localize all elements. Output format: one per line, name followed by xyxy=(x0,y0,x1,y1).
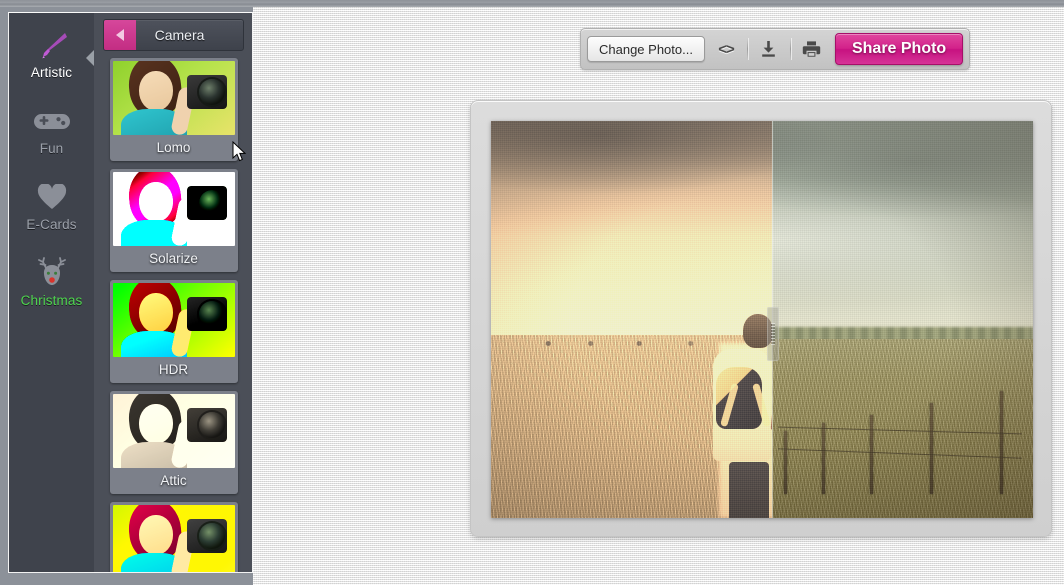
printer-icon[interactable] xyxy=(797,34,827,64)
effect-preview-image xyxy=(112,172,235,246)
effect-preview-image xyxy=(112,61,235,135)
sidebar-item-fun[interactable]: Fun xyxy=(9,103,94,179)
effect-label: Attic xyxy=(160,473,187,488)
photo-compare-viewport[interactable] xyxy=(491,121,1033,518)
fence-post xyxy=(870,414,874,495)
sidebar-item-label: Fun xyxy=(39,141,64,156)
effect-preview-image xyxy=(112,505,235,572)
fence-post xyxy=(1000,390,1004,495)
effects-list-header: Camera xyxy=(103,19,244,51)
effect-thumbnail-attic[interactable]: Attic xyxy=(109,391,238,494)
back-arrow-icon xyxy=(116,29,124,41)
effect-preview-image xyxy=(112,394,235,468)
effects-list[interactable]: Camera Lomo Solarize HDR Attic xyxy=(94,13,252,572)
embed-code-icon[interactable]: <> xyxy=(711,34,741,64)
sidebar-item-christmas[interactable]: Christmas xyxy=(9,255,94,331)
effects-group-title: Camera xyxy=(154,27,205,43)
sidebar-item-label: Christmas xyxy=(20,293,83,308)
distant-objects xyxy=(523,341,772,347)
photo-toolbar: Change Photo... <> Share Photo xyxy=(580,28,971,70)
change-photo-button[interactable]: Change Photo... xyxy=(587,36,705,62)
app-stage: Change Photo... <> Share Photo Artistic … xyxy=(0,0,1064,585)
embed-code-glyph: <> xyxy=(718,40,735,58)
drag-handle-icon xyxy=(771,323,775,345)
filtered-photo-layer xyxy=(491,121,772,518)
editor-canvas: Change Photo... <> Share Photo xyxy=(253,7,1064,585)
fence-post xyxy=(783,430,787,495)
fence-post xyxy=(821,422,825,495)
share-photo-button[interactable]: Share Photo xyxy=(834,33,964,65)
download-icon[interactable] xyxy=(754,34,784,64)
sidebar-item-ecards[interactable]: E-Cards xyxy=(9,179,94,255)
effect-label: Solarize xyxy=(149,251,198,266)
sidebar-item-label: E-Cards xyxy=(26,217,77,232)
walker-legs xyxy=(729,462,770,518)
sidebar-item-label: Artistic xyxy=(30,65,73,80)
effect-thumbnail-lemonade[interactable]: Lemonade xyxy=(109,502,238,572)
heart-icon xyxy=(9,179,94,215)
effect-preview-image xyxy=(112,283,235,357)
window-chrome-bar xyxy=(0,0,1064,7)
gamepad-icon xyxy=(9,103,94,139)
reindeer-icon xyxy=(9,255,94,291)
toolbar-divider xyxy=(746,38,748,60)
compare-divider-handle[interactable] xyxy=(767,307,779,361)
paintbrush-icon xyxy=(9,27,94,63)
back-button[interactable] xyxy=(104,20,136,50)
effect-thumbnail-solarize[interactable]: Solarize xyxy=(109,169,238,272)
effect-thumbnail-lomo[interactable]: Lomo xyxy=(109,58,238,161)
effect-thumbnail-hdr[interactable]: HDR xyxy=(109,280,238,383)
sky-filtered xyxy=(491,121,772,344)
category-rail: Artistic Fun E-Cards Christmas xyxy=(9,13,95,572)
effect-label: HDR xyxy=(158,362,189,377)
sidebar-item-artistic[interactable]: Artistic xyxy=(9,27,94,103)
toolbar-divider xyxy=(789,38,791,60)
photo-frame xyxy=(470,100,1052,537)
fence-post xyxy=(930,402,934,495)
effect-label: Lomo xyxy=(156,140,191,155)
effects-panel: Artistic Fun E-Cards Christmas Camera Lo… xyxy=(8,12,253,573)
